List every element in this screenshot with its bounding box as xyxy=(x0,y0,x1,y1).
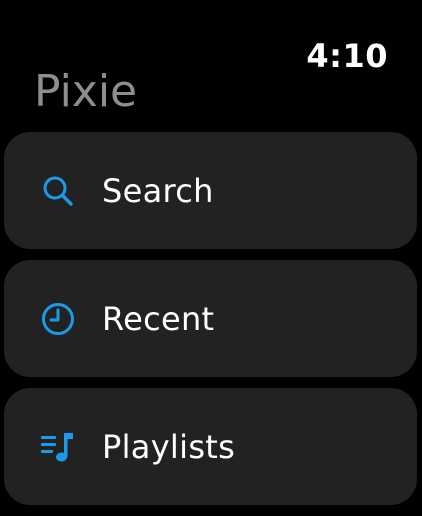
menu-item-search[interactable]: Search xyxy=(4,132,417,249)
menu-item-label: Playlists xyxy=(102,427,236,466)
status-time: 4:10 xyxy=(306,37,388,75)
clock-icon xyxy=(38,299,78,339)
menu-item-label: Search xyxy=(102,171,214,210)
playlist-icon xyxy=(38,427,78,467)
menu-item-recent[interactable]: Recent xyxy=(4,260,417,377)
menu-item-playlists[interactable]: Playlists xyxy=(4,388,417,505)
app-title: Pixie xyxy=(34,66,138,117)
menu-item-label: Recent xyxy=(102,299,215,338)
main-menu: Search Recent Playlists xyxy=(4,132,417,516)
search-icon xyxy=(38,171,78,211)
